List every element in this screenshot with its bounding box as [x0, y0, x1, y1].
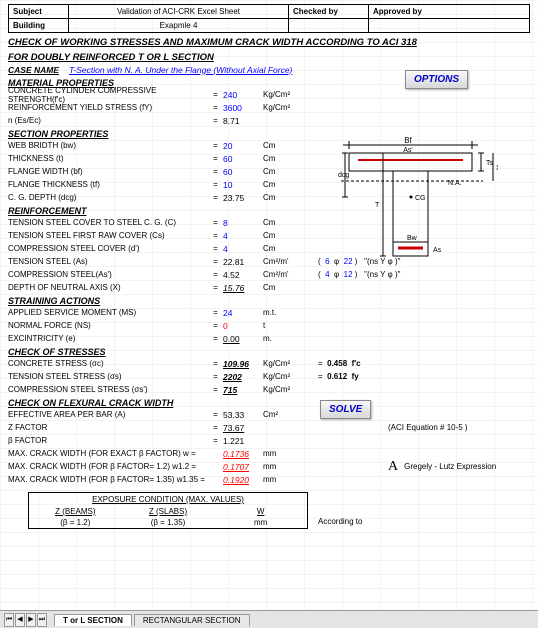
bf-label: FLANGE WIDTH (bf) [8, 167, 208, 176]
n-value: 8.71 [223, 116, 263, 126]
checked-label: Checked by [289, 5, 369, 18]
according-to: According to [318, 517, 530, 526]
fc-label: CONCRETE CYLINDER COMPRESSIVE STRENGTH(f… [8, 86, 208, 104]
a-value: 53.33 [223, 410, 263, 420]
t-label: THICKNESS (t) [8, 154, 208, 163]
main-title-2: FOR DOUBLY REINFORCED T OR L SECTION [8, 52, 530, 63]
worksheet-content: Subject Validation of ACI-CRK Excel Shee… [0, 0, 538, 530]
tab-prev-icon[interactable]: ◀ [15, 613, 25, 627]
ms-value[interactable]: 24 [223, 308, 263, 318]
checked-value [289, 19, 369, 32]
ss-value: 2202 [223, 372, 263, 382]
a-label: EFFECTIVE AREA PER BAR (A) [8, 410, 208, 419]
expo-title: EXPOSURE CONDITION (MAX. VALUES) [29, 493, 307, 506]
approved-label: Approved by [369, 5, 449, 18]
sheet-tab-bar: ⏮ ◀ ▶ ⏭ T or L SECTION RECTANGULAR SECTI… [0, 610, 538, 628]
t-value[interactable]: 60 [223, 154, 263, 164]
z-note: (ACI Equation # 10-5 ) [388, 423, 468, 432]
fc-value[interactable]: 240 [223, 90, 263, 100]
w12-value: 0.1707 [223, 462, 263, 472]
building-value: Exapmle 4 [69, 19, 289, 32]
reinforcement-heading: REINFORCEMENT [8, 206, 530, 216]
w-label: MAX. CRACK WIDTH (FOR EXACT β FACTOR) w … [8, 449, 223, 458]
x-value: 15.76 [223, 283, 263, 293]
dprime-value[interactable]: 4 [223, 244, 263, 254]
ms-label: APPLIED SERVICE MOMENT (MS) [8, 308, 208, 317]
sc-value: 109.96 [223, 359, 263, 369]
tab-nav: ⏮ ◀ ▶ ⏭ [0, 613, 52, 627]
cs-value[interactable]: 4 [223, 231, 263, 241]
header-row-2: Building Exapmle 4 [8, 19, 530, 33]
cs-label: TENSION STEEL FIRST RAW COVER (Cs) [8, 231, 208, 240]
check-stress-heading: CHECK OF STRESSES [8, 347, 530, 357]
straining-heading: STRAINING ACTIONS [8, 296, 530, 306]
dcg-label: C. G. DEPTH (dcg) [8, 193, 208, 202]
dprime-label: COMPRESSION STEEL COVER (d') [8, 244, 208, 253]
e-label: EXCINTRICITY (e) [8, 334, 208, 343]
tf-label: FLANGE THICKNESS (tf) [8, 180, 208, 189]
c-value[interactable]: 8 [223, 218, 263, 228]
ns-value[interactable]: 0 [223, 321, 263, 331]
main-title-1: CHECK OF WORKING STRESSES AND MAXIMUM CR… [8, 37, 530, 48]
as-label: TENSION STEEL (As) [8, 257, 208, 266]
tab-t-or-l-section[interactable]: T or L SECTION [54, 614, 132, 626]
options-button[interactable]: OPTIONS [405, 70, 468, 89]
header-row-1: Subject Validation of ACI-CRK Excel Shee… [8, 4, 530, 19]
approved-value [369, 19, 449, 32]
tf-value[interactable]: 10 [223, 180, 263, 190]
tab-rectangular-section[interactable]: RECTANGULAR SECTION [134, 614, 250, 626]
tab-next-icon[interactable]: ▶ [26, 613, 36, 627]
beta-label: β FACTOR [8, 436, 208, 445]
z-label: Z FACTOR [8, 423, 208, 432]
tab-first-icon[interactable]: ⏮ [4, 613, 14, 627]
w-value: 0.1736 [223, 449, 263, 459]
ss-label: TENSION STEEL STRESS (σs) [8, 372, 208, 381]
bf-value[interactable]: 60 [223, 167, 263, 177]
dcg-value: 23.75 [223, 193, 263, 203]
ns-label: NORMAL FORCE (NS) [8, 321, 208, 330]
gregely-note: Gregely - Lutz Expression [404, 462, 496, 471]
section-props-heading: SECTION PROPERTIES [8, 129, 530, 139]
fy-label: REINFORCEMENT YIELD STRESS (fY) [8, 103, 208, 112]
n-label: n (Es/Ec) [8, 116, 208, 125]
asprime-label: COMPRESSION STEEL(As') [8, 270, 208, 279]
e-value: 0.00 [223, 334, 263, 344]
solve-button[interactable]: SOLVE [320, 400, 371, 419]
w135-value: 0.1920 [223, 475, 263, 485]
gregely-mark: A [388, 459, 398, 475]
w135-label: MAX. CRACK WIDTH (FOR β FACTOR= 1.35) w1… [8, 475, 223, 484]
asprime-value: 4.52 [223, 270, 263, 280]
bw-value[interactable]: 20 [223, 141, 263, 151]
case-link[interactable]: T-Section with N. A. Under the Flange (W… [69, 65, 292, 75]
beta-value: 1.221 [223, 436, 263, 446]
tab-last-icon[interactable]: ⏭ [37, 613, 47, 627]
subject-value: Validation of ACI-CRK Excel Sheet [69, 5, 289, 18]
ssprime-label: COMPRESSION STEEL STRESS (σs') [8, 385, 208, 394]
ssprime-value: 715 [223, 385, 263, 395]
fy-value[interactable]: 3600 [223, 103, 263, 113]
case-name-label: CASE NAME [8, 65, 59, 75]
subject-label: Subject [9, 5, 69, 18]
sc-label: CONCRETE STRESS (σc) [8, 359, 208, 368]
building-label: Building [9, 19, 69, 32]
w12-label: MAX. CRACK WIDTH (FOR β FACTOR= 1.2) w1.… [8, 462, 223, 471]
z-value: 73.67 [223, 423, 263, 433]
exposure-table: EXPOSURE CONDITION (MAX. VALUES) Z (BEAM… [28, 492, 308, 529]
x-label: DEPTH OF NEUTRAL AXIS (X) [8, 283, 208, 292]
c-label: TENSION STEEL COVER TO STEEL C. G. (C) [8, 218, 208, 227]
bw-label: WEB BRIDTH (bw) [8, 141, 208, 150]
as-value: 22.81 [223, 257, 263, 267]
check-crack-heading: CHECK ON FLEXURAL CRACK WIDTH [8, 398, 530, 408]
